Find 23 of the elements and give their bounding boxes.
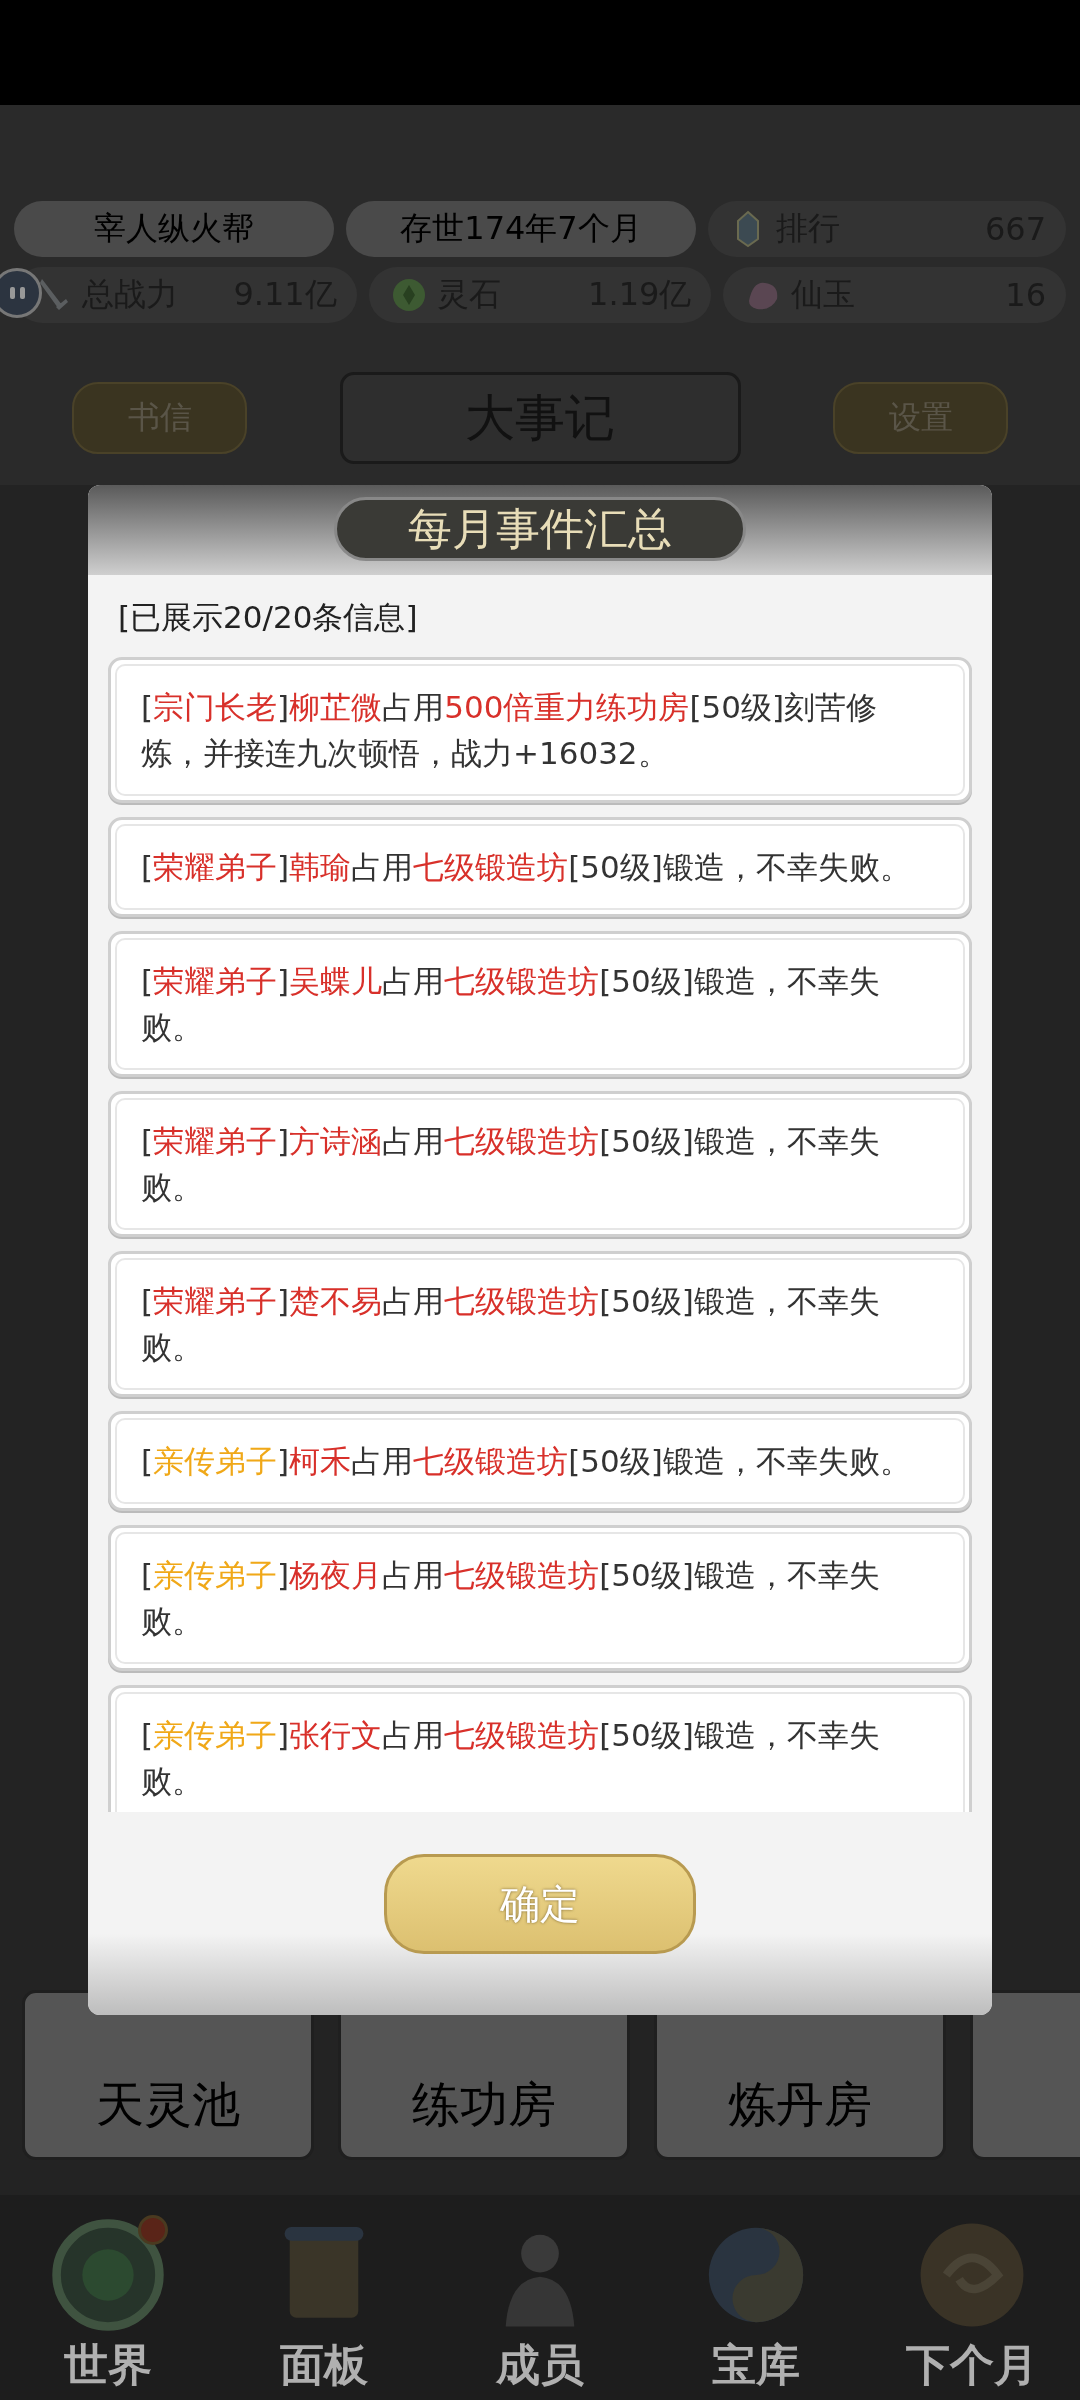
nav-label: 面板	[280, 2338, 368, 2392]
event-text: [亲传弟子]柯禾占用七级锻造坊[50级]锻造，不幸失败。	[141, 1442, 912, 1481]
sect-name: 宰人纵火帮	[14, 201, 334, 257]
event-text: [荣耀弟子]方诗涵占用七级锻造坊[50级]锻造，不幸失败。	[141, 1122, 881, 1207]
event-text: [荣耀弟子]吴蝶儿占用七级锻造坊[50级]锻造，不幸失败。	[141, 962, 881, 1047]
dialog-title: 每月事件汇总	[334, 497, 746, 561]
nav-label: 下个月	[906, 2338, 1038, 2392]
nav-label: 成员	[496, 2338, 584, 2392]
nav-item[interactable]: 世界	[8, 2215, 208, 2395]
nav-item[interactable]: 面板	[224, 2215, 424, 2395]
confirm-button[interactable]: 确定	[384, 1854, 696, 1954]
info-text: [已展示20/20条信息]	[117, 598, 419, 637]
nav-label: 宝库	[712, 2338, 800, 2392]
event-text: [亲传弟子]杨夜月 占用七级锻造坊[50级]锻造，不幸失败。	[141, 1556, 881, 1641]
event-text: [荣耀弟子]楚不易占用七级锻造坊[50级]锻造，不幸失败。	[141, 1282, 881, 1367]
nav-item[interactable]: 下个月	[872, 2215, 1072, 2395]
nav-item[interactable]: 成员	[440, 2215, 640, 2395]
event-text: [宗门长老]柳芷微占用500倍重力练功房[50级]刻苦修炼，并接连九次顿悟，战力+16032。	[141, 688, 879, 773]
event-text: [亲传弟子]张行文占用七级锻造坊[50级]锻造，不幸失败。	[141, 1716, 881, 1801]
event-text: [荣耀弟子]韩瑜占用七级锻造坊[50级]锻造，不幸失败。	[141, 848, 912, 887]
nav-item[interactable]: 宝库	[656, 2215, 856, 2395]
nav-label: 世界	[64, 2338, 152, 2392]
sect-age: 存世174年7个月	[346, 201, 696, 257]
